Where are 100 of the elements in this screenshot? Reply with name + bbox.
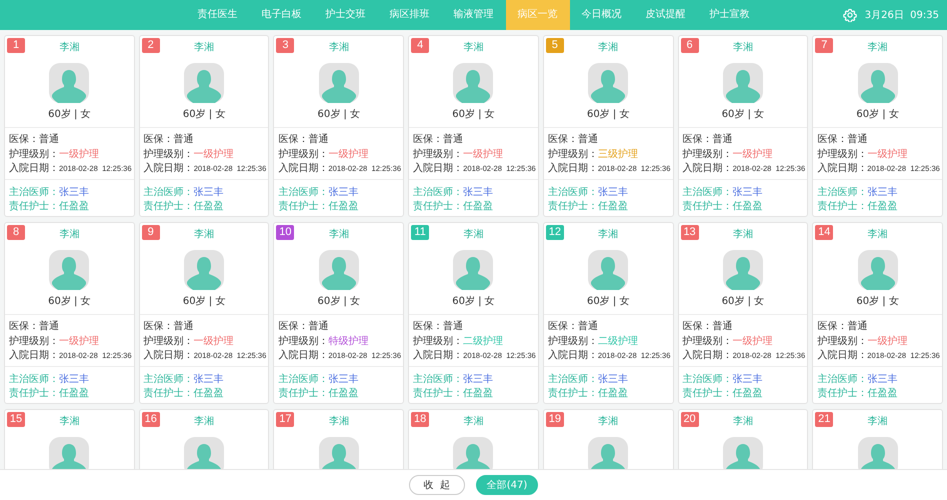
field-label: 护理级别： (9, 148, 59, 160)
field-label: 医保： (413, 134, 444, 146)
doctor-name: 张三丰 (867, 186, 898, 198)
doctor-name: 张三丰 (732, 372, 763, 386)
field-label: 医保： (144, 134, 174, 146)
field-value: 普通 (443, 132, 464, 146)
age-sex-text: 60岁 | 女 (452, 295, 495, 309)
nurse-name: 任盈盈 (867, 200, 898, 213)
nav-tab[interactable]: 责任医生 (186, 0, 250, 30)
staff-label: 主治医师： (413, 372, 464, 386)
patient-card[interactable]: 17 李湘 (273, 409, 404, 470)
field-value: 普通 (39, 320, 59, 333)
nurse-name: 任盈盈 (598, 387, 628, 400)
patient-name: 李湘 (328, 41, 349, 55)
bed-number-badge: 17 (276, 412, 294, 427)
nurse-name: 任盈盈 (328, 387, 358, 400)
field-label: 入院日期： (144, 162, 194, 175)
patient-name: 李湘 (59, 228, 80, 242)
field-value: 普通 (847, 320, 868, 333)
staff-label: 主治医师： (682, 372, 733, 386)
staff-label: 责任护士： (144, 386, 194, 400)
nursing-level-value: 一级护理 (463, 148, 504, 160)
field-label: 入院日期： (682, 162, 733, 175)
avatar-silhouette-icon (184, 63, 224, 103)
nursing-level-value: 一级护理 (59, 148, 99, 160)
patient-card[interactable]: 18 李湘 (408, 409, 539, 470)
nav-tab[interactable]: 护士交班 (314, 0, 378, 30)
avatar-silhouette-icon (858, 250, 898, 290)
field-label: 医保： (9, 320, 39, 333)
bed-number-badge: 4 (411, 38, 430, 53)
staff-label: 主治医师： (278, 372, 328, 386)
nurse-name: 任盈盈 (732, 200, 763, 213)
field-label: 护理级别： (817, 148, 868, 160)
avatar-silhouette-icon (588, 250, 628, 290)
age-sex-text: 60岁 | 女 (48, 108, 91, 122)
patient-name: 李湘 (194, 228, 214, 242)
patient-name: 李湘 (59, 41, 80, 55)
avatar-silhouette-icon (588, 63, 628, 103)
patient-name: 李湘 (868, 41, 888, 55)
staff-label: 主治医师： (817, 372, 868, 386)
patient-card[interactable]: 16 李湘 (138, 409, 270, 470)
staff-label: 主治医师： (817, 186, 868, 198)
staff-label: 主治医师： (9, 372, 59, 386)
nursing-level-value: 特级护理 (328, 334, 368, 348)
staff-label: 责任护士： (682, 200, 733, 213)
staff-label: 主治医师： (9, 186, 59, 198)
doctor-name: 张三丰 (194, 372, 224, 386)
bed-number-badge: 18 (411, 412, 430, 427)
nav-tab[interactable]: 病区排班 (378, 0, 442, 30)
age-sex-text: 60岁 | 女 (586, 108, 630, 122)
nursing-level-value: 一级护理 (59, 334, 99, 348)
age-sex-text: 60岁 | 女 (722, 295, 764, 309)
nav-tab[interactable]: 病区一览 (506, 0, 570, 30)
field-label: 医保： (682, 134, 713, 146)
patient-card[interactable]: 21 李湘 (812, 409, 943, 470)
field-value: 普通 (308, 132, 328, 146)
staff-label: 责任护士： (278, 200, 328, 213)
nursing-level-value: 二级护理 (598, 334, 638, 348)
field-label: 医保： (278, 133, 308, 146)
field-label: 医保： (413, 321, 444, 333)
age-sex-text: 60岁 | 女 (48, 295, 91, 309)
avatar-silhouette-icon (49, 250, 90, 290)
bed-number-badge: 2 (142, 38, 160, 53)
field-label: 医保： (548, 320, 578, 333)
nav-tab[interactable]: 电子白板 (250, 0, 314, 30)
collapse-button[interactable]: 收 起 (408, 475, 465, 495)
nursing-level-value: 一级护理 (867, 334, 908, 348)
nav-tab[interactable]: 输液管理 (442, 0, 506, 30)
nursing-level-value: 一级护理 (867, 148, 908, 160)
bed-number-badge: 21 (815, 412, 834, 427)
field-label: 入院日期： (413, 348, 464, 362)
bed-number-badge: 1 (7, 38, 25, 53)
field-value: 普通 (712, 132, 733, 146)
patient-name: 李湘 (732, 228, 753, 242)
settings-icon[interactable] (842, 8, 857, 22)
field-value: 普通 (712, 320, 733, 333)
nurse-name: 任盈盈 (598, 200, 628, 213)
avatar-silhouette-icon (49, 63, 90, 103)
nav-tab[interactable]: 今日概况 (570, 0, 634, 30)
nav-tab[interactable]: 护士宣教 (698, 0, 762, 30)
age-sex-text: 60岁 | 女 (856, 108, 899, 122)
patient-card[interactable]: 15 李湘 (4, 409, 135, 470)
patient-card[interactable]: 19 李湘 (542, 409, 674, 470)
nav-tab[interactable]: 皮试提醒 (634, 0, 698, 30)
patient-name: 李湘 (328, 228, 349, 242)
staff-label: 责任护士： (9, 200, 59, 213)
nursing-level-value: 三级护理 (598, 148, 638, 160)
field-label: 医保： (278, 320, 308, 333)
field-label: 入院日期： (144, 348, 194, 362)
staff-label: 主治医师： (548, 186, 598, 198)
patient-name: 李湘 (868, 228, 888, 242)
field-label: 护理级别： (413, 334, 464, 348)
staff-label: 主治医师： (682, 186, 733, 198)
age-sex-text: 60岁 | 女 (182, 108, 226, 122)
patient-card[interactable]: 20 李湘 (678, 409, 808, 470)
nurse-name: 任盈盈 (59, 200, 89, 213)
show-all-button[interactable]: 全部(47) (476, 475, 538, 495)
patient-name: 李湘 (194, 41, 214, 55)
field-label: 护理级别： (278, 334, 328, 348)
doctor-name: 张三丰 (463, 372, 494, 386)
